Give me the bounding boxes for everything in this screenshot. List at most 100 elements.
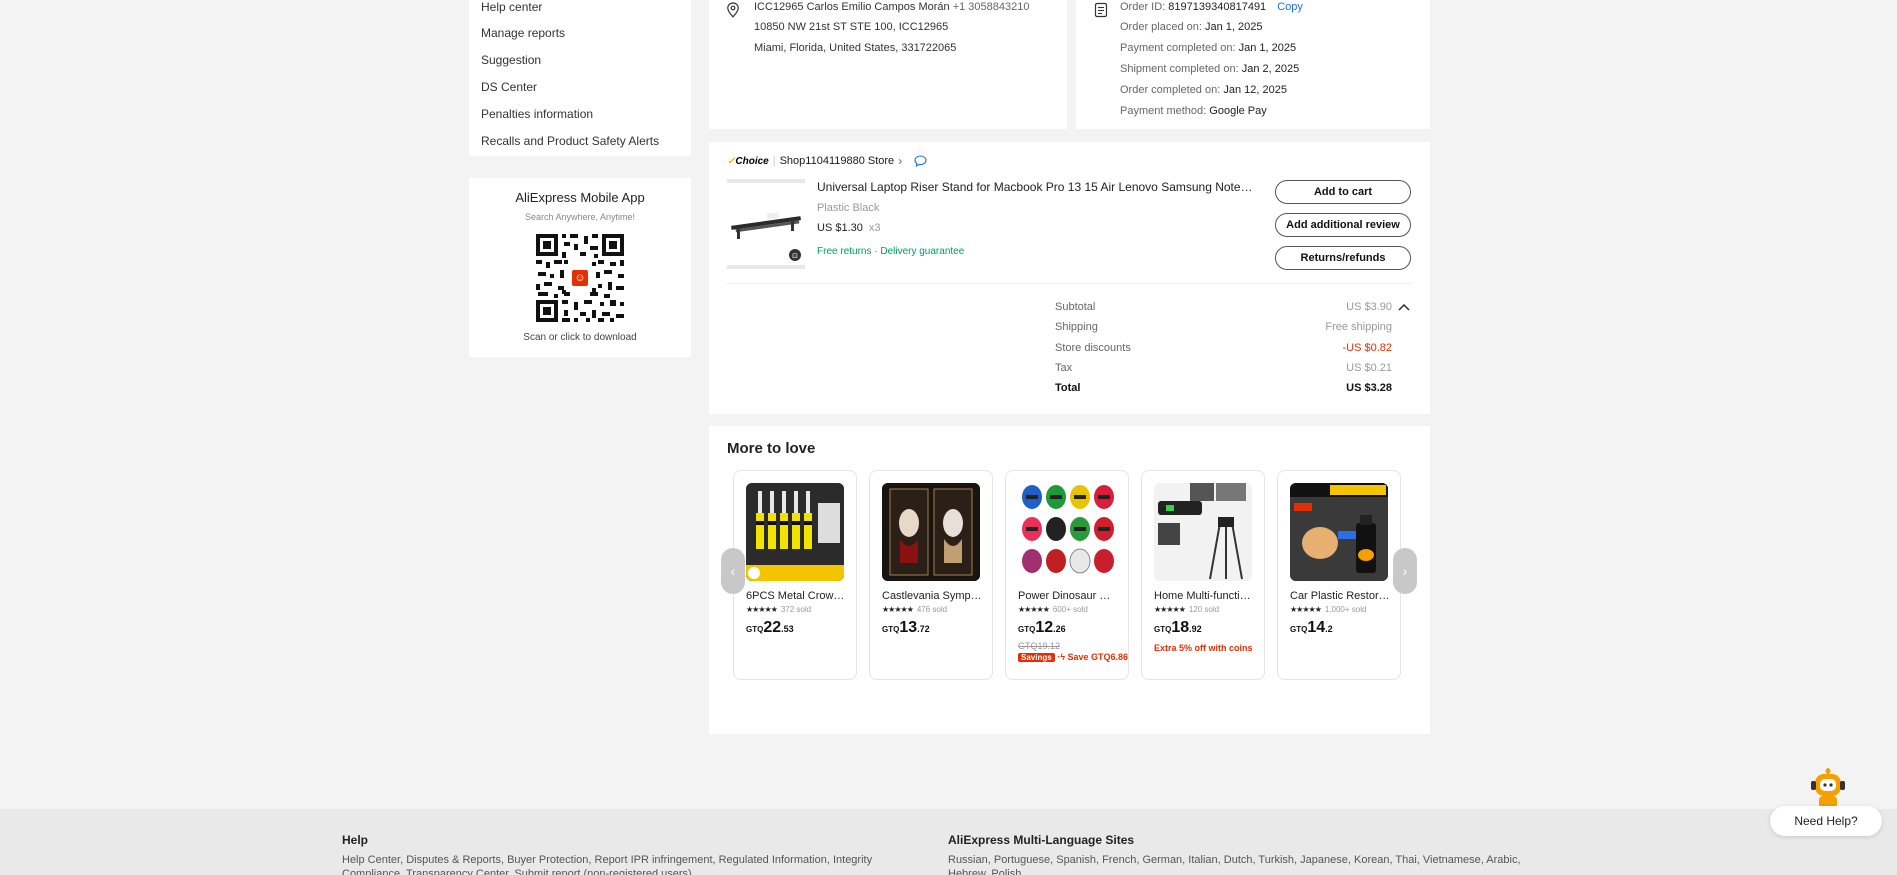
payment-method-label: Payment method: bbox=[1120, 105, 1207, 117]
price-decimal: .92 bbox=[1189, 624, 1202, 634]
product-name[interactable]: 6PCS Metal Crowbar Set bbox=[746, 590, 846, 602]
star-rating-icon: ★★★★★ bbox=[1018, 605, 1050, 614]
carousel-prev-button[interactable]: ‹ bbox=[721, 548, 745, 594]
summary-label: Subtotal bbox=[1055, 301, 1096, 313]
product-rating: ★★★★★ 1,000+ sold bbox=[1290, 605, 1366, 614]
lightning-icon: ·ϟ bbox=[1057, 652, 1065, 662]
price-integer: 12 bbox=[1035, 619, 1054, 636]
product-price: US $1.30 bbox=[817, 222, 863, 234]
product-name[interactable]: Home Multi-function Laser Level bbox=[1154, 590, 1254, 602]
order-placed-label: Order placed on: bbox=[1120, 21, 1202, 33]
product-price: GTQ12.26 bbox=[1018, 619, 1066, 637]
store-header[interactable]: ✓Choice | Shop1104119880 Store › bbox=[727, 154, 927, 168]
product-name[interactable]: Car Plastic Restorer Coating bbox=[1290, 590, 1390, 602]
product-thumbnail[interactable] bbox=[1290, 483, 1388, 581]
recommended-product-card[interactable]: 6PCS Metal Crowbar Set ★★★★★372 sold GTQ… bbox=[733, 470, 857, 680]
more-to-love-title: More to love bbox=[727, 440, 816, 457]
footer-help-links[interactable]: Help Center, Disputes & Reports, Buyer P… bbox=[342, 853, 932, 875]
sidebar-item-help-center[interactable]: Help center bbox=[481, 0, 542, 14]
store-name[interactable]: Shop1104119880 Store bbox=[780, 155, 895, 167]
shipment-completed-row: Shipment completed on: Jan 2, 2025 bbox=[1120, 63, 1299, 75]
sidebar-item-recalls[interactable]: Recalls and Product Safety Alerts bbox=[481, 134, 659, 148]
app-card-subtitle: Search Anywhere, Anytime! bbox=[524, 212, 636, 222]
product-thumbnail[interactable] bbox=[882, 483, 980, 581]
app-card-scan-text: Scan or click to download bbox=[523, 332, 637, 343]
add-additional-review-button[interactable]: Add additional review bbox=[1275, 213, 1411, 237]
summary-value: US $3.28 bbox=[1346, 382, 1392, 394]
product-thumbnail[interactable] bbox=[746, 483, 844, 581]
promo-text: Save GTQ6.86 bbox=[1067, 652, 1129, 662]
chat-bubble-icon[interactable] bbox=[914, 155, 927, 167]
choice-badge: ✓Choice bbox=[727, 156, 769, 167]
product-sold-count: 600+ sold bbox=[1052, 605, 1088, 614]
add-to-cart-button[interactable]: Add to cart bbox=[1275, 180, 1411, 204]
account-sidebar-menu: Help center Manage reports Suggestion DS… bbox=[469, 0, 691, 156]
payment-method-value: Google Pay bbox=[1209, 105, 1267, 117]
sidebar-item-suggestion[interactable]: Suggestion bbox=[481, 53, 541, 67]
payment-method-row: Payment method: Google Pay bbox=[1120, 105, 1267, 117]
price-decimal: .53 bbox=[781, 624, 794, 634]
summary-label: Total bbox=[1055, 382, 1081, 394]
product-variant: Plastic Black bbox=[817, 202, 880, 214]
product-price: GTQ22.53 bbox=[746, 619, 794, 637]
order-completed-label: Order completed on: bbox=[1120, 84, 1221, 96]
aliexpress-logo-icon: ☺ bbox=[570, 268, 590, 288]
price-currency: GTQ bbox=[746, 625, 764, 634]
product-name[interactable]: Castlevania Symphony of the Night bbox=[882, 590, 982, 602]
product-price: GTQ13.72 bbox=[882, 619, 930, 637]
footer-languages-title: AliExpress Multi-Language Sites bbox=[948, 833, 1135, 847]
price-integer: 22 bbox=[763, 619, 782, 636]
product-thumbnail[interactable] bbox=[1018, 483, 1116, 581]
sidebar-item-ds-center[interactable]: DS Center bbox=[481, 80, 537, 94]
star-rating-icon: ★★★★★ bbox=[1290, 605, 1322, 614]
chevron-right-icon: › bbox=[1402, 563, 1408, 579]
product-promo: Savings ·ϟ Save GTQ6.86 bbox=[1018, 652, 1128, 662]
product-name[interactable]: Power Dinosaur Rangers Helmets bbox=[1018, 590, 1118, 602]
price-integer: 14 bbox=[1307, 619, 1326, 636]
sidebar-item-penalties[interactable]: Penalties information bbox=[481, 107, 593, 121]
summary-value: Free shipping bbox=[1325, 321, 1392, 333]
svg-text:⊡: ⊡ bbox=[792, 252, 798, 260]
product-price: GTQ14.2 bbox=[1290, 619, 1333, 637]
summary-label: Shipping bbox=[1055, 321, 1098, 333]
chevron-up-icon[interactable] bbox=[1398, 303, 1410, 311]
carousel-next-button[interactable]: › bbox=[1393, 548, 1417, 594]
sidebar-item-manage-reports[interactable]: Manage reports bbox=[481, 26, 565, 40]
product-thumbnail[interactable] bbox=[1154, 483, 1252, 581]
more-to-love-section: More to love 6PCS Metal Crowbar Set ★★★★… bbox=[709, 426, 1430, 734]
mobile-app-card[interactable]: AliExpress Mobile App Search Anywhere, A… bbox=[469, 178, 691, 357]
recommended-product-card[interactable]: Car Plastic Restorer Coating ★★★★★1,000+… bbox=[1277, 470, 1401, 680]
price-decimal: .26 bbox=[1053, 624, 1066, 634]
product-rating: ★★★★★ 600+ sold bbox=[1018, 605, 1088, 614]
need-help-button[interactable]: Need Help? bbox=[1770, 806, 1882, 836]
app-card-title: AliExpress Mobile App bbox=[515, 190, 645, 205]
help-robot-icon[interactable] bbox=[1810, 768, 1846, 810]
price-currency: GTQ bbox=[882, 625, 900, 634]
summary-divider bbox=[727, 283, 1412, 284]
product-benefits: Free returns · Delivery guarantee bbox=[817, 246, 965, 257]
price-integer: 18 bbox=[1171, 619, 1190, 636]
product-rating: ★★★★★ 372 sold bbox=[746, 605, 811, 614]
payment-completed-label: Payment completed on: bbox=[1120, 42, 1236, 54]
summary-value: US $0.21 bbox=[1346, 362, 1392, 374]
product-sold-count: 476 sold bbox=[916, 605, 948, 614]
summary-row-subtotal: Subtotal US $3.90 bbox=[1055, 301, 1392, 313]
star-rating-icon: ★★★★★ bbox=[882, 605, 914, 614]
qr-code-icon[interactable]: ☺ bbox=[534, 232, 626, 324]
footer-language-links[interactable]: Russian, Portuguese, Spanish, French, Ge… bbox=[948, 853, 1538, 875]
order-id-label: Order ID: bbox=[1120, 1, 1166, 13]
copy-order-id-link[interactable]: Copy bbox=[1277, 1, 1303, 13]
returns-refunds-button[interactable]: Returns/refunds bbox=[1275, 246, 1411, 270]
product-title[interactable]: Universal Laptop Riser Stand for Macbook… bbox=[817, 180, 1253, 194]
order-placed-value: Jan 1, 2025 bbox=[1205, 21, 1263, 33]
recommended-product-card[interactable]: Home Multi-function Laser Level ★★★★★120… bbox=[1141, 470, 1265, 680]
product-promo: Extra 5% off with coins bbox=[1154, 643, 1253, 653]
recommended-product-card[interactable]: Power Dinosaur Rangers Helmets ★★★★★600+… bbox=[1005, 470, 1129, 680]
address-line-2: 10850 NW 21st ST STE 100, ICC12965 bbox=[754, 21, 949, 33]
location-pin-icon bbox=[727, 2, 739, 18]
product-image[interactable]: ⊡ bbox=[727, 179, 805, 269]
price-currency: GTQ bbox=[1154, 625, 1172, 634]
recommended-product-card[interactable]: Castlevania Symphony of the Night ★★★★★4… bbox=[869, 470, 993, 680]
payment-completed-value: Jan 1, 2025 bbox=[1238, 42, 1297, 54]
order-placed-row: Order placed on: Jan 1, 2025 bbox=[1120, 21, 1263, 33]
